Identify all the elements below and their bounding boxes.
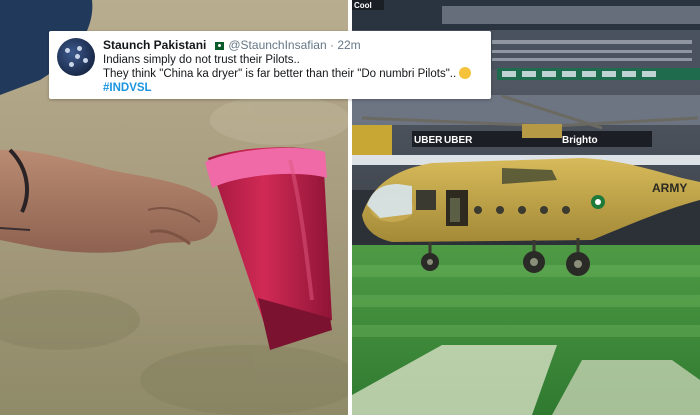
user-handle[interactable]: @StaunchInsafian: [228, 38, 326, 52]
tweet-text-line-2: They think "China ka dryer" is far bette…: [103, 67, 483, 81]
display-name[interactable]: Staunch Pakistani: [103, 38, 206, 52]
army-marking: ARMY: [652, 181, 687, 195]
tweet-timestamp[interactable]: 22m: [337, 38, 360, 52]
meme-composite: UBER UBER Brighto Cool ARMY Staunch Paki…: [0, 0, 700, 415]
laughing-emoji-icon: [459, 67, 472, 79]
board-text-mid: UBER: [444, 135, 473, 146]
tweet-text-line-1: Indians simply do not trust their Pilots…: [103, 54, 300, 66]
tweet-header: Staunch Pakistani @StaunchInsafian · 22m: [103, 37, 483, 53]
yellow-seats: [352, 125, 392, 155]
pakistan-flag-icon: [212, 41, 225, 50]
board-text-brand: Brighto: [562, 135, 598, 146]
hashtag-link[interactable]: #INDVSL: [103, 81, 483, 95]
board-text-left: UBER: [414, 135, 443, 146]
tweet-text-line-2-text: They think "China ka dryer" is far bette…: [103, 68, 457, 80]
separator-dot: ·: [329, 38, 334, 52]
avatar[interactable]: [57, 38, 95, 76]
corner-logo: Cool: [354, 1, 372, 10]
tweet-card: Staunch Pakistani @StaunchInsafian · 22m …: [49, 31, 491, 99]
